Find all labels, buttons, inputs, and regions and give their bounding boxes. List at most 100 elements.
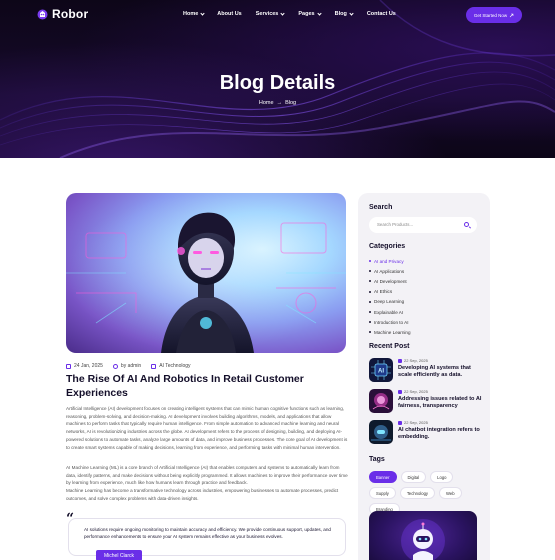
- featured-image: [66, 193, 346, 353]
- main-navigation: Robor Home About Us Services Pages Blog …: [0, 0, 555, 30]
- promo-banner[interactable]: [369, 511, 477, 560]
- calendar-icon: [398, 420, 402, 425]
- category-label: AI Applications: [374, 268, 405, 274]
- post-author-text: by admin: [120, 363, 142, 369]
- chevron-down-icon: [200, 10, 205, 16]
- logo-text: Robor: [52, 7, 89, 21]
- robot-mascot-illustration: [401, 519, 445, 560]
- bullet-icon: [369, 321, 371, 324]
- search-icon[interactable]: [464, 222, 469, 227]
- nav-item-home[interactable]: Home: [183, 10, 205, 17]
- get-started-label: Get Started Now: [473, 12, 508, 18]
- recent-post-date-text: 22 Sep, 2025: [404, 389, 428, 394]
- bullet-icon: [369, 270, 371, 273]
- recent-post-item[interactable]: AI 22 Sep, 2025 Developing AI systems th…: [369, 358, 484, 384]
- tag-icon: [151, 363, 157, 369]
- categories-heading: Categories: [369, 243, 406, 250]
- post-paragraph-part: Machine Learning has become a transforma…: [66, 488, 339, 501]
- post-paragraph: Artificial Intelligence (AI) development…: [66, 406, 348, 450]
- category-label: AI Ethics: [374, 289, 393, 295]
- tag-item[interactable]: Technology: [399, 487, 435, 499]
- nav-item-services[interactable]: Services: [255, 10, 285, 17]
- recent-posts-heading: Recent Post: [369, 343, 410, 350]
- ai-chip-thumbnail: AI: [369, 358, 393, 382]
- category-item[interactable]: Deep Learning: [369, 297, 411, 307]
- category-item[interactable]: AI Applications: [369, 266, 411, 276]
- tag-item[interactable]: Banner: [369, 471, 397, 483]
- post-author[interactable]: by admin: [112, 363, 142, 369]
- nav-item-label: Pages: [298, 11, 315, 17]
- quote-icon: “: [66, 511, 75, 527]
- recent-post-thumbnail[interactable]: AI: [369, 358, 393, 382]
- bullet-icon: [369, 260, 371, 263]
- recent-post-thumbnail[interactable]: [369, 420, 393, 444]
- post-category-text: AI Technology: [159, 363, 191, 369]
- category-item[interactable]: Introduction to AI: [369, 317, 411, 327]
- calendar-icon: [398, 389, 402, 394]
- category-label: AI and Privacy: [374, 258, 404, 264]
- category-item[interactable]: AI Development: [369, 276, 411, 286]
- recent-post-item[interactable]: 22 Sep, 2025 AI chatbot integration refe…: [369, 420, 484, 446]
- search-heading: Search: [369, 204, 393, 211]
- recent-post-item[interactable]: 22 Sep, 2025 Addressing issues related t…: [369, 389, 484, 415]
- get-started-button[interactable]: Get Started Now: [466, 7, 522, 23]
- user-icon: [112, 363, 118, 369]
- category-list: AI and Privacy AI Applications AI Develo…: [369, 256, 411, 338]
- category-label: Introduction to AI: [374, 319, 409, 325]
- breadcrumb-arrow-icon: →: [276, 100, 283, 106]
- bullet-icon: [369, 280, 371, 283]
- tag-item[interactable]: Logo: [430, 471, 454, 483]
- search-placeholder: Search Products...: [377, 222, 414, 227]
- arrow-up-right-icon: [509, 13, 514, 17]
- tag-item[interactable]: Supply: [369, 487, 396, 499]
- recent-post-title[interactable]: Developing AI systems that scale efficie…: [398, 365, 484, 380]
- calendar-icon: [66, 363, 71, 369]
- category-label: AI Development: [374, 278, 407, 284]
- nav-item-label: Services: [255, 11, 279, 17]
- page-title: Blog Details: [219, 72, 336, 94]
- search-input[interactable]: Search Products...: [369, 217, 477, 233]
- nav-item-blog[interactable]: Blog: [335, 10, 354, 17]
- calendar-icon: [398, 358, 402, 363]
- post-paragraph: AI Machine Learning (ML) is a core branc…: [66, 464, 348, 503]
- nav-item-pages[interactable]: Pages: [298, 10, 322, 17]
- bullet-icon: [369, 300, 371, 303]
- category-item[interactable]: Explainable AI: [369, 307, 411, 317]
- recent-post-date-text: 22 Sep, 2025: [404, 358, 428, 363]
- logo[interactable]: Robor: [37, 7, 88, 21]
- recent-post-title[interactable]: Addressing issues related to AI fairness…: [398, 396, 484, 411]
- tag-item[interactable]: Web: [439, 487, 462, 499]
- nav-item-contact[interactable]: Contact Us: [367, 11, 396, 17]
- nav-item-about[interactable]: About Us: [217, 11, 241, 17]
- recent-post-date: 22 Sep, 2025: [398, 358, 428, 363]
- category-item[interactable]: AI Ethics: [369, 287, 411, 297]
- page: { "brand": { "name": "Robor", "accent": …: [0, 0, 555, 560]
- category-label: Deep Learning: [374, 299, 405, 305]
- recent-post-date: 22 Sep, 2025: [398, 420, 428, 425]
- category-item[interactable]: AI and Privacy: [369, 256, 411, 266]
- recent-post-thumbnail[interactable]: [369, 389, 393, 413]
- nav-item-label: Home: [183, 11, 199, 17]
- category-label: Explainable AI: [374, 309, 404, 315]
- nav-item-label: Contact Us: [366, 11, 396, 17]
- chevron-down-icon: [280, 10, 285, 16]
- post-date-text: 24 Jan, 2025: [74, 363, 103, 369]
- quote-author: Michel Clarck: [96, 550, 143, 560]
- logo-icon: [37, 9, 48, 19]
- post-paragraph-part: AI Machine Learning (ML) is a core branc…: [66, 465, 348, 486]
- bullet-icon: [369, 290, 371, 293]
- recent-post-title[interactable]: AI chatbot integration refers to embeddi…: [398, 427, 484, 442]
- bullet-icon: [369, 311, 371, 314]
- tag-item[interactable]: Digital: [400, 471, 427, 483]
- category-item[interactable]: Machine Learning: [369, 327, 411, 337]
- post-title: The Rise Of AI And Robotics In Retail Cu…: [66, 373, 304, 399]
- tags-heading: Tags: [369, 456, 385, 463]
- recent-post-date: 22 Sep, 2025: [398, 389, 428, 394]
- chevron-down-icon: [316, 10, 322, 16]
- breadcrumb-home-link[interactable]: Home: [259, 100, 274, 106]
- tag-cloud: Banner Digital Logo Supply Technology We…: [369, 471, 479, 515]
- chevron-down-icon: [349, 10, 354, 16]
- robot-head-thumbnail: [369, 420, 393, 444]
- breadcrumb: Home → Blog: [0, 100, 555, 106]
- post-category[interactable]: AI Technology: [151, 363, 191, 369]
